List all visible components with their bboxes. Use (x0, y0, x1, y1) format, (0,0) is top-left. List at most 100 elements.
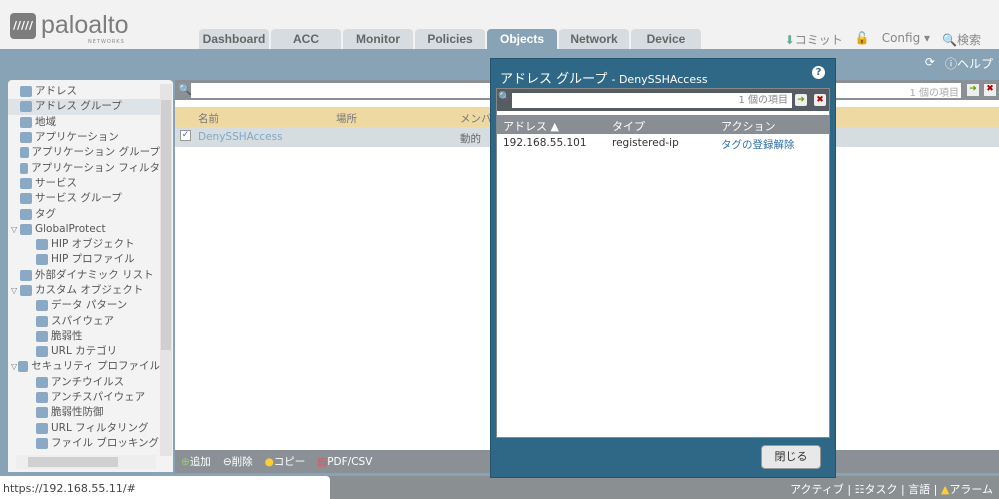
delete-button[interactable]: ⊖削除 (223, 454, 253, 469)
logo-text: paloalto (41, 11, 129, 39)
sidebar-item[interactable]: 外部ダイナミック リスト (8, 268, 160, 283)
clear-filter-icon[interactable]: ✖ (984, 84, 996, 96)
sidebar-item[interactable]: アンチスパイウェア (8, 390, 160, 405)
sidebar-item-label: アドレス (35, 85, 77, 98)
copy-button[interactable]: ●コピー (265, 454, 306, 469)
pdf-csv-button[interactable]: ▤PDF/CSV (317, 456, 372, 468)
close-button[interactable]: 閉じる (761, 445, 821, 469)
object-icon (36, 254, 48, 266)
sidebar-item[interactable]: サービス (8, 176, 160, 191)
column-address[interactable]: アドレス ▲ (503, 118, 559, 134)
column-type[interactable]: タイプ (612, 118, 645, 134)
sidebar-item[interactable]: サービス グループ (8, 191, 160, 206)
dialog-filter-input[interactable]: 1 個の項目 (512, 93, 792, 108)
status-bar: https://192.168.55.11/# アクティブ | ☷タスク | 言… (0, 476, 999, 499)
sidebar-item[interactable]: ▽ GlobalProtect (8, 222, 160, 237)
object-icon (20, 269, 32, 281)
sidebar-item[interactable]: スパイウェア (8, 313, 160, 328)
copy-label: コピー (273, 456, 306, 468)
tab-policies[interactable]: Policies (415, 29, 485, 49)
table-row[interactable]: 192.168.55.101 registered-ip タグの登録解除 (497, 134, 829, 152)
object-icon (20, 101, 32, 113)
tasks-icon: ☷ (854, 483, 865, 496)
object-icon (20, 208, 32, 220)
apply-filter-icon[interactable]: ➜ (967, 84, 979, 96)
active-link[interactable]: アクティブ (790, 483, 844, 496)
search-button[interactable]: 🔍検索 (942, 31, 981, 48)
sidebar-item-label: データ パターン (51, 299, 128, 312)
sidebar-item-label: アンチスパイウェア (51, 391, 146, 404)
sidebar-item-label: URL フィルタリング (51, 421, 149, 434)
tab-dashboard[interactable]: Dashboard (199, 29, 269, 49)
sidebar-horizontal-scrollbar[interactable] (16, 455, 156, 469)
sidebar-item[interactable]: ファイル ブロッキング (8, 436, 160, 451)
tab-objects[interactable]: Objects (487, 29, 557, 49)
commit-button[interactable]: ⬇コミット (785, 31, 843, 48)
column-action[interactable]: アクション (721, 118, 775, 134)
sidebar-item[interactable]: データ パターン (8, 298, 160, 313)
config-menu[interactable]: Config ▾ (882, 31, 930, 48)
sidebar-item-label: アドレス グループ (35, 100, 122, 113)
sidebar-item-label: サービス (35, 176, 77, 189)
sidebar-item[interactable]: アンチウイルス (8, 375, 160, 390)
sidebar-item[interactable]: アプリケーション (8, 130, 160, 145)
tab-network[interactable]: Network (559, 29, 629, 49)
sidebar-item-label: 地域 (35, 115, 56, 128)
object-icon (20, 162, 29, 174)
expand-icon[interactable]: ▽ (11, 283, 20, 298)
sidebar-item[interactable]: タグ (8, 206, 160, 221)
copy-icon: ● (264, 456, 274, 468)
refresh-icon[interactable]: ⟳ (925, 55, 935, 72)
sidebar-item[interactable]: 脆弱性防御 (8, 405, 160, 420)
sidebar-item[interactable]: URL フィルタリング (8, 421, 160, 436)
column-name[interactable]: 名前 (198, 111, 219, 126)
add-button[interactable]: ⊕追加 (181, 454, 211, 469)
sidebar-vertical-scrollbar[interactable] (160, 84, 172, 456)
scroll-thumb[interactable] (161, 100, 171, 350)
address-group-dialog: アドレス グループ - DenySSHAccess ? 🔍 1 個の項目 ➜ ✖… (490, 58, 836, 478)
dialog-filter-bar: 🔍 1 個の項目 ➜ ✖ (497, 89, 829, 111)
object-icon (36, 315, 48, 327)
unregister-tag-link[interactable]: タグの登録解除 (721, 137, 795, 152)
object-icon (36, 392, 48, 404)
row-name-link[interactable]: DenySSHAccess (198, 131, 283, 143)
help-icon[interactable]: ? (812, 66, 825, 79)
object-icon (20, 223, 32, 235)
sidebar-item[interactable]: アプリケーション フィルタ (8, 160, 160, 175)
scroll-thumb[interactable] (28, 457, 118, 467)
row-checkbox[interactable]: ✓ (180, 130, 191, 141)
sidebar-item[interactable]: アプリケーション グループ (8, 145, 160, 160)
column-location[interactable]: 場所 (336, 111, 357, 126)
tasks-link[interactable]: ☷タスク (855, 483, 898, 496)
sidebar-item[interactable]: ▽ セキュリティ プロファイル (8, 359, 160, 374)
pdf-icon: ▤ (317, 455, 328, 468)
expand-icon[interactable]: ▽ (11, 359, 18, 374)
tab-monitor[interactable]: Monitor (343, 29, 413, 49)
column-members[interactable]: メンバ (460, 111, 492, 126)
language-link[interactable]: 言語 (908, 483, 930, 496)
sidebar-item[interactable]: 脆弱性 (8, 329, 160, 344)
sidebar-item-label: タグ (35, 207, 56, 220)
sidebar-item[interactable]: 地域 (8, 115, 160, 130)
sidebar-item[interactable]: ▽ カスタム オブジェクト (8, 283, 160, 298)
expand-icon[interactable]: ▽ (11, 222, 20, 237)
apply-filter-icon[interactable]: ➜ (795, 94, 807, 106)
sidebar-item[interactable]: URL カテゴリ (8, 344, 160, 359)
alarms-link[interactable]: ▲アラーム (941, 483, 993, 496)
lock-icon[interactable]: 🔓 (855, 31, 870, 48)
clear-filter-icon[interactable]: ✖ (814, 94, 826, 106)
main-tabs: Dashboard ACC Monitor Policies Objects Networ… (199, 29, 703, 49)
tab-device[interactable]: Device (631, 29, 701, 49)
sidebar-item[interactable]: アドレス グループ (8, 99, 160, 115)
row-type: registered-ip (612, 137, 679, 149)
delete-label: 削除 (231, 456, 253, 468)
search-icon: 🔍 (178, 83, 192, 96)
object-icon (18, 361, 29, 373)
sidebar-item[interactable]: HIP プロファイル (8, 252, 160, 267)
sidebar-item[interactable]: アドレス (8, 84, 160, 99)
tab-acc[interactable]: ACC (271, 29, 341, 49)
sidebar-item[interactable]: HIP オブジェクト (8, 237, 160, 252)
object-icon (20, 147, 29, 159)
help-button[interactable]: ⓘヘルプ (945, 55, 993, 72)
object-icon (36, 346, 48, 358)
